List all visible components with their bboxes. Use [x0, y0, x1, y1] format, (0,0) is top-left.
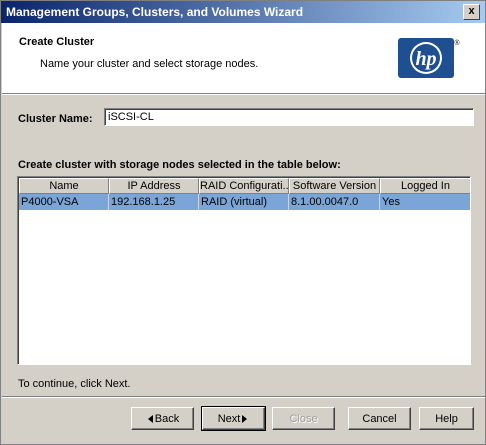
- cancel-button[interactable]: Cancel: [348, 407, 411, 430]
- column-header-software[interactable]: Software Version: [289, 178, 380, 194]
- continue-hint: To continue, click Next.: [18, 378, 131, 390]
- help-button[interactable]: Help: [419, 407, 474, 430]
- cell-software: 8.1.00.0047.0: [289, 194, 380, 210]
- column-header-raid[interactable]: RAID Configurati...: [199, 178, 289, 194]
- back-label: Back: [154, 413, 180, 425]
- window-title: Management Groups, Clusters, and Volumes…: [6, 5, 304, 19]
- step-title: Create Cluster: [19, 36, 95, 48]
- close-window-button[interactable]: x: [463, 4, 480, 20]
- column-header-ip[interactable]: IP Address: [109, 178, 199, 194]
- wizard-window: Management Groups, Clusters, and Volumes…: [0, 0, 486, 445]
- next-label: Next: [217, 413, 241, 425]
- footer-divider: [2, 396, 485, 398]
- arrow-right-icon: [242, 415, 248, 424]
- step-subtitle: Name your cluster and select storage nod…: [40, 58, 259, 70]
- cell-raid: RAID (virtual): [199, 194, 289, 210]
- hp-logo-icon: hp ®: [398, 38, 460, 78]
- header-divider: [2, 94, 485, 95]
- cell-logged-in: Yes: [382, 196, 400, 208]
- table-row[interactable]: P4000-VSA 192.168.1.25 RAID (virtual) 8.…: [19, 194, 470, 210]
- column-header-logged-in[interactable]: Logged In: [380, 178, 470, 194]
- close-button[interactable]: Close: [272, 407, 335, 430]
- cluster-name-label: Cluster Name:: [18, 113, 93, 125]
- hp-logo-mark: ®: [454, 39, 460, 47]
- hp-logo-text: hp: [415, 48, 436, 70]
- column-header-name[interactable]: Name: [19, 178, 109, 194]
- table-caption: Create cluster with storage nodes select…: [18, 159, 341, 171]
- cell-name: P4000-VSA: [19, 194, 109, 210]
- storage-nodes-table[interactable]: Name IP Address RAID Configurati... Soft…: [17, 176, 471, 365]
- close-icon: x: [468, 5, 475, 17]
- table-header: Name IP Address RAID Configurati... Soft…: [19, 178, 470, 194]
- next-button[interactable]: Next: [201, 406, 266, 431]
- arrow-left-icon: [147, 415, 153, 424]
- cell-ip: 192.168.1.25: [109, 194, 199, 210]
- title-bar[interactable]: Management Groups, Clusters, and Volumes…: [1, 1, 485, 23]
- wizard-header: Create Cluster Name your cluster and sel…: [2, 23, 485, 94]
- back-button[interactable]: Back: [131, 407, 194, 430]
- cluster-name-input[interactable]: iSCSI-CL: [104, 108, 474, 126]
